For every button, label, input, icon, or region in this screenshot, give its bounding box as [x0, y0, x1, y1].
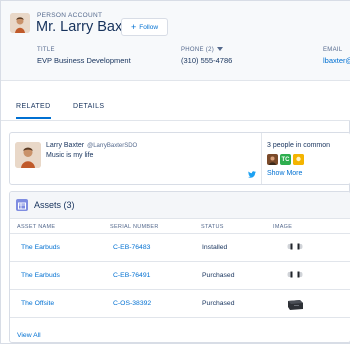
social-avatar[interactable] — [15, 142, 41, 168]
tab-related[interactable]: RELATED — [16, 103, 51, 119]
twitter-icon[interactable] — [248, 171, 256, 178]
avatar[interactable] — [10, 13, 30, 33]
person-photo-icon — [267, 154, 278, 165]
earbuds-icon — [287, 271, 303, 278]
social-card: Larry Baxter @LarryBaxterSDO Music is my … — [9, 132, 350, 185]
asset-status: Purchased — [202, 272, 235, 279]
column-header-serial-number[interactable]: SERIAL NUMBER — [110, 224, 159, 230]
speaker-icon — [288, 300, 303, 310]
phone-field-value[interactable]: (310) 555-4786 — [181, 56, 232, 65]
assets-icon — [16, 199, 28, 211]
record-type-label: PERSON ACCOUNT — [37, 12, 103, 19]
email-field-value[interactable]: lbaxter@ — [323, 56, 350, 65]
asset-name-link[interactable]: The Earbuds — [21, 272, 60, 279]
asset-name-link[interactable]: The Earbuds — [21, 244, 60, 251]
phone-label-text: PHONE (2) — [181, 47, 215, 53]
follow-button[interactable]: + Follow — [121, 18, 168, 36]
title-field-value: EVP Business Development — [37, 56, 131, 65]
asset-name-link[interactable]: The Offsite — [21, 300, 54, 307]
chevron-down-icon[interactable] — [217, 47, 224, 52]
serial-number-link[interactable]: C-EB-76483 — [113, 244, 150, 251]
tab-details[interactable]: DETAILS — [73, 103, 104, 110]
asset-status: Installed — [202, 244, 228, 251]
follow-label: Follow — [139, 23, 159, 31]
common-person-avatar[interactable] — [293, 154, 304, 165]
table-row: The Earbuds C-EB-76491 Purchased — [10, 262, 350, 290]
table-row: The Earbuds C-EB-76483 Installed — [10, 234, 350, 262]
record-header: PERSON ACCOUNT Mr. Larry Baxter + Follow… — [1, 1, 350, 81]
plus-icon: + — [130, 21, 137, 32]
assets-title[interactable]: Assets (3) — [34, 200, 75, 210]
column-header-asset-name[interactable]: ASSET NAME — [17, 224, 55, 230]
person-photo-icon — [15, 142, 41, 168]
show-more-link[interactable]: Show More — [267, 170, 302, 177]
email-field-label: EMAIL — [323, 47, 343, 53]
record-tabs: RELATED DETAILS — [1, 81, 350, 121]
assets-header: Assets (3) — [10, 192, 350, 219]
social-divider — [261, 133, 262, 184]
asset-status: Purchased — [202, 300, 235, 307]
common-person-avatar[interactable]: TC — [280, 154, 291, 165]
table-icon — [18, 202, 26, 210]
table-row: The Offsite C-OS-38392 Purchased — [10, 290, 350, 318]
social-status: Music is my life — [46, 152, 94, 159]
serial-number-link[interactable]: C-OS-38392 — [113, 300, 151, 307]
serial-number-link[interactable]: C-EB-76491 — [113, 272, 150, 279]
social-handle[interactable]: @LarryBaxterSDO — [87, 143, 137, 149]
social-display-name: Larry Baxter — [46, 142, 85, 149]
earbuds-icon — [287, 243, 303, 250]
phone-field-label[interactable]: PHONE (2) — [181, 47, 224, 53]
column-header-image[interactable]: IMAGE — [273, 224, 292, 230]
social-user-name: Larry Baxter @LarryBaxterSDO — [46, 142, 137, 149]
title-field-label: TITLE — [37, 47, 55, 53]
column-header-status[interactable]: STATUS — [201, 224, 224, 230]
common-person-avatar[interactable] — [267, 154, 278, 165]
person-photo-icon — [293, 154, 304, 165]
view-all-link[interactable]: View All — [17, 332, 41, 339]
people-in-common-label: 3 people in common — [267, 142, 331, 149]
assets-related-list: Assets (3) ASSET NAME SERIAL NUMBER STAT… — [9, 191, 350, 343]
person-photo-icon — [10, 13, 30, 33]
